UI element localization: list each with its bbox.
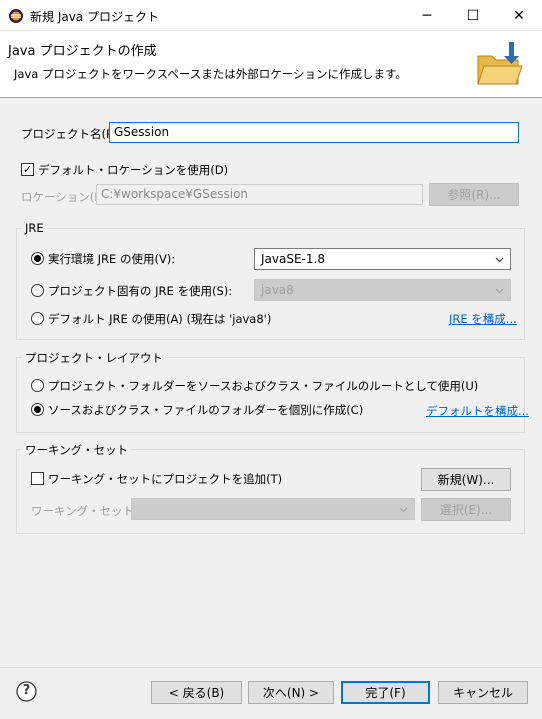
back-button[interactable]: < 戻る(B) xyxy=(151,681,242,704)
select-working-set-button[interactable]: 選択(E)... xyxy=(421,498,511,521)
maximize-button[interactable]: ☐ xyxy=(450,0,496,31)
browse-button[interactable]: 参照(R)... xyxy=(429,183,519,206)
layout-separate-label: ソースおよびクラス・ファイルのフォルダーを個別に作成(C) xyxy=(48,403,364,417)
default-location-label: デフォルト・ロケーションを使用(D) xyxy=(38,163,229,177)
help-glyph: ? xyxy=(22,683,31,698)
banner-message: Java プロジェクトをワークスペースまたは外部ロケーションに作成します。 xyxy=(14,67,407,81)
working-sets-combo[interactable] xyxy=(131,498,415,520)
footer-separator xyxy=(0,667,542,668)
radio-selected-dot xyxy=(34,406,41,413)
jre-default-label: デフォルト JRE の使用(A) (現在は 'java8') xyxy=(48,312,272,326)
maximize-icon: ☐ xyxy=(466,7,480,24)
location-input[interactable]: C:¥workspace¥GSession xyxy=(96,184,423,205)
project-jre-combo[interactable]: java8 xyxy=(254,279,511,301)
jre-execution-env-label: 実行環境 JRE の使用(V): xyxy=(48,252,176,266)
jre-group-label: JRE xyxy=(22,221,47,235)
new-working-set-button[interactable]: 新規(W)... xyxy=(421,468,511,491)
project-jre-value: java8 xyxy=(261,283,294,297)
jre-project-specific-label: プロジェクト固有の JRE を使用(S): xyxy=(48,284,233,298)
project-name-input[interactable]: GSession xyxy=(109,122,519,143)
minimize-icon: ─ xyxy=(422,7,432,24)
configure-default-link[interactable]: デフォルトを構成... xyxy=(426,403,529,419)
finish-button[interactable]: 完了(F) xyxy=(341,681,430,704)
checkmark-icon: ✓ xyxy=(22,163,33,176)
add-to-working-sets-checkbox[interactable] xyxy=(31,472,44,485)
radio-selected-dot xyxy=(34,255,41,262)
default-location-checkbox[interactable]: ✓ xyxy=(21,163,34,176)
layout-root-radio[interactable] xyxy=(31,379,44,392)
new-folder-icon xyxy=(477,42,523,85)
layout-root-label: プロジェクト・フォルダーをソースおよびクラス・ファイルのルートとして使用(U) xyxy=(48,379,479,393)
project-layout-group-label: プロジェクト・レイアウト xyxy=(22,350,166,366)
project-name-label: プロジェクト名(P): xyxy=(21,127,122,141)
close-button[interactable]: ✕ xyxy=(496,0,542,31)
chevron-down-icon xyxy=(495,257,504,263)
layout-separate-radio[interactable] xyxy=(31,403,44,416)
banner-title: Java プロジェクトの作成 xyxy=(8,44,157,59)
window-title: 新規 Java プロジェクト xyxy=(30,10,159,24)
execution-env-value: JavaSE-1.8 xyxy=(261,252,325,266)
chevron-down-icon xyxy=(495,288,504,294)
chevron-down-icon xyxy=(399,507,408,513)
eclipse-app-icon xyxy=(9,9,23,23)
working-sets-group-label: ワーキング・セット xyxy=(22,442,132,458)
minimize-button[interactable]: ─ xyxy=(404,0,450,31)
cancel-button[interactable]: キャンセル xyxy=(438,681,528,704)
jre-execution-env-radio[interactable] xyxy=(31,252,44,265)
project-layout-group xyxy=(16,357,525,433)
close-icon: ✕ xyxy=(513,7,525,24)
execution-env-combo[interactable]: JavaSE-1.8 xyxy=(254,248,511,270)
working-sets-group xyxy=(16,449,525,534)
add-to-working-sets-label: ワーキング・セットにプロジェクトを追加(T) xyxy=(48,472,283,486)
jre-default-radio[interactable] xyxy=(31,312,44,325)
configure-jre-link[interactable]: JRE を構成... xyxy=(449,311,517,327)
next-button[interactable]: 次へ(N) > xyxy=(248,681,334,704)
jre-project-specific-radio[interactable] xyxy=(31,284,44,297)
